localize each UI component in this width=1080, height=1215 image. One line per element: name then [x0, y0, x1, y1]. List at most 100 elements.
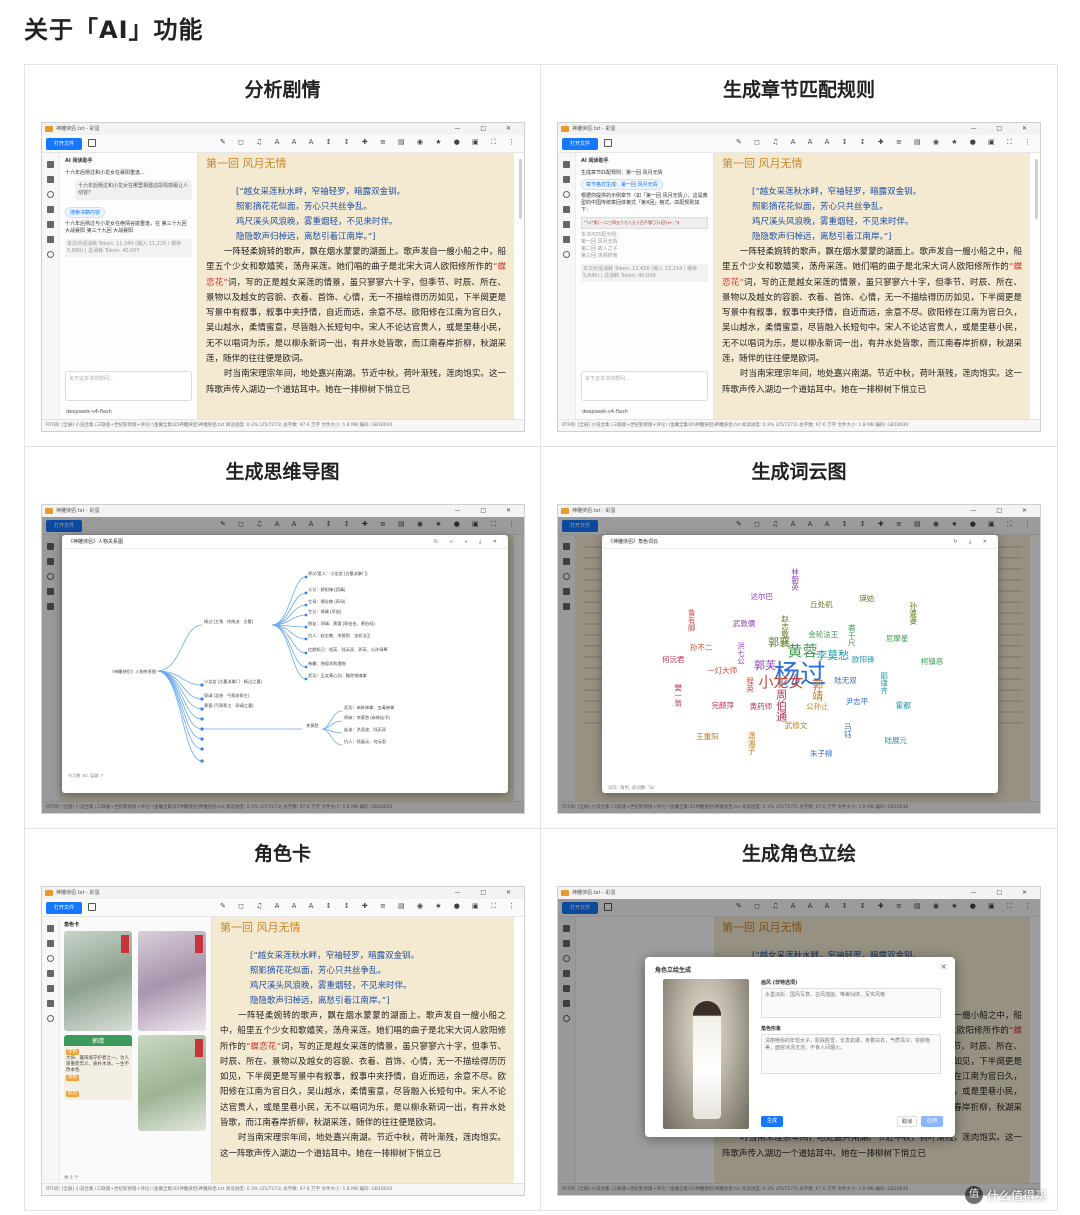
bookmark-icon[interactable] — [47, 206, 54, 213]
generate-button[interactable]: 生成 — [761, 1116, 783, 1127]
user-message: 十六年后杨过和小龙女在哪里相遇这段情感最让人动容？ — [75, 180, 192, 200]
edit-icon[interactable] — [88, 139, 96, 147]
toc-icon[interactable] — [47, 925, 54, 932]
bookmark-icon[interactable] — [47, 970, 54, 977]
app-icon — [561, 126, 569, 132]
mindmap-leaf[interactable]: 仇人：赵志敬、李莫愁、金轮法王 — [308, 632, 371, 639]
mindmap-leaf[interactable]: 师妹：李莫愁 (赤练仙子) — [344, 714, 390, 721]
apply-button[interactable]: 应用 — [921, 1116, 943, 1127]
list-icon[interactable] — [47, 940, 54, 947]
window-controls[interactable]: — □ ✕ — [970, 887, 1036, 899]
open-file-button[interactable]: 打开文件 — [562, 138, 598, 150]
chapter-title: 第一回 风月无情 — [722, 157, 803, 170]
appearance-input[interactable]: 清丽绝俗的年轻女子，肌肤胜雪，长发如瀑，身着白衣，气质清冷，容颜绝美，面容冰清玉… — [761, 1034, 941, 1074]
mindmap-leaf[interactable]: 神雕：独孤求败遗物 — [308, 660, 346, 667]
search-icon[interactable] — [47, 191, 54, 198]
ai-icon[interactable] — [47, 236, 54, 243]
chart-icon[interactable] — [47, 1015, 54, 1022]
mindmap-root[interactable]: 《神雕侠侣》人物关系图 — [110, 668, 156, 675]
list-icon[interactable] — [563, 176, 570, 183]
match-item: 第一回 风月无情 — [581, 239, 618, 245]
pen-icon[interactable] — [563, 221, 570, 228]
reader-tools[interactable]: ✎ ◻ ♫ A A A ↕ ↕ ✚ ≡ ▤ ◉ ★ ● ▣ ⛶ ⋮ — [736, 138, 1036, 147]
wordcloud-word: 周伯通 — [774, 689, 788, 723]
wordcloud-word: 樊一翁 — [673, 683, 683, 707]
modal-controls[interactable]: ↻ ⤓ ✕ — [953, 535, 992, 549]
character-card[interactable] — [64, 931, 132, 1031]
mindmap-branch[interactable]: 黄蓉 (丐帮帮主 · 郭靖之妻) — [204, 702, 254, 709]
mindmap-leaf[interactable]: 红颜知己：程英、陆无双、郭芙、公孙绿萼 — [308, 646, 388, 653]
scrollbar[interactable] — [1035, 159, 1038, 219]
mindmap-leaf[interactable]: 师父/爱人：小龙女 (古墓派掌门) — [308, 570, 368, 577]
reader-tools[interactable]: ✎ ◻ ♫ A A A ↕ ↕ ✚ ≡ ▤ ◉ ★ ● ▣ ⛶ ⋮ — [220, 902, 520, 911]
poem-line: [“越女采莲秋水畔，窄袖轻罗，暗露双金钏。 — [250, 951, 420, 961]
bookmark-icon[interactable] — [563, 206, 570, 213]
cancel-button[interactable]: 取消 — [897, 1116, 917, 1127]
mindmap-leaf[interactable]: 徒弟：洪凌波、陆无双 — [344, 726, 387, 733]
wordcloud-word: 欧阳锋 — [851, 654, 875, 664]
toc-icon[interactable] — [563, 161, 570, 168]
panel-title: AI 阅读助手 — [581, 158, 609, 164]
app-icon — [45, 508, 53, 514]
chart-icon[interactable] — [47, 251, 54, 258]
question-input[interactable]: 关于这本书你想问... — [65, 371, 192, 401]
mindmap-leaf[interactable]: 生父：杨康 (早逝) — [308, 608, 342, 615]
app-window: 神雕侠侣.txt - 彩蛋 — □ ✕ 打开文件 ✎ ◻ ♫ A A A ↕ ↕ … — [557, 122, 1041, 432]
character-card[interactable] — [138, 931, 206, 1031]
mindmap-leaf[interactable]: 武功：玉女素心剑、黯然销魂掌 — [308, 672, 367, 679]
modal-controls[interactable]: ↻ « » ⤓ ✕ — [434, 535, 502, 549]
search-icon[interactable] — [563, 191, 570, 198]
ai-icon[interactable] — [563, 236, 570, 243]
mindmap-leaf[interactable]: 武功：赤练神掌、五毒神掌 — [344, 704, 394, 711]
tool-chip[interactable]: 搜索书籍内容 — [65, 207, 106, 218]
edit-icon[interactable] — [604, 139, 612, 147]
app-window: 神雕侠侣.txt - 彩蛋 — □ ✕ 打开文件 ✎ ◻ ♫ A A A ↕ ↕ … — [557, 886, 1041, 1196]
mindmap-leaf[interactable]: 义父：欧阳锋 (西毒) — [308, 586, 346, 593]
mindmap-branch[interactable]: 小龙女 (古墓派掌门 · 杨过之妻) — [204, 678, 263, 685]
mindmap-branch[interactable]: 郭靖 (北侠 · 丐帮前帮主) — [204, 692, 250, 699]
poem-line: 鸡尺溪头风浪晚，雾重烟轻，不见来时伴。 — [236, 217, 398, 227]
window-controls[interactable]: — □ ✕ — [454, 887, 520, 899]
pen-icon[interactable] — [47, 221, 54, 228]
regex-rule[interactable]: ^\s*第[一二三四五六七八九十百千零〇]+回\s+.*$ — [581, 217, 708, 229]
reader-tools[interactable]: ✎ ◻ ♫ A A A ↕ ↕ ✚ ≡ ▤ ◉ ★ ● ▣ ⛶ ⋮ — [220, 138, 520, 147]
wordcloud-word: 陆无双 — [834, 675, 857, 685]
wordcloud-word: 黄蓉 — [787, 641, 818, 660]
chart-icon[interactable] — [563, 251, 570, 258]
list-icon[interactable] — [47, 176, 54, 183]
portrait-dialog: 角色立绘生成 × 画风 (非特选项) 水墨淡彩、国风写意、古风插画、唯美仙侠、写… — [645, 957, 955, 1137]
style-input[interactable]: 水墨淡彩、国风写意、古风插画、唯美仙侠、写实风格 — [761, 988, 941, 1018]
toolbar: 打开文件 ✎ ◻ ♫ A A A ↕ ↕ ✚ ≡ ▤ ◉ ★ ● ▣ ⛶ ⋮ — [42, 135, 524, 153]
window-controls[interactable]: — □ ✕ — [970, 123, 1036, 135]
edit-icon[interactable] — [88, 903, 96, 911]
mindmap-leaf[interactable]: 生母：穆念慈 (养母) — [308, 598, 346, 605]
wordcloud-word: 耶律齐 — [879, 671, 889, 695]
mindmap-status: 节点数: 63, 层级: 7 — [68, 772, 104, 779]
mindmap-leaf[interactable]: 朋友：郭靖、黄蓉 (郭伯伯、黄伯母) — [308, 620, 375, 627]
pen-icon[interactable] — [47, 985, 54, 992]
toc-icon[interactable] — [47, 161, 54, 168]
feature-cell-analyze-plot: 分析剧情 神雕侠侣.txt - 彩蛋 — □ ✕ 打开文件 ✎ ◻ ♫ A A A… — [25, 65, 541, 447]
wordcloud-canvas: 杨过 小龙女 黄蓉 郭靖 郭芙 李莫愁 周伯通 郭襄 陆无双 程英 金轮法王 公孙止 洪七公 欧阳锋 黄药师… — [602, 549, 998, 783]
poem-line: 照影摘花花似面，芳心只共丝争乱。 — [250, 966, 387, 976]
window-controls[interactable]: — □ ✕ — [454, 505, 520, 517]
scrollbar[interactable] — [519, 159, 522, 219]
conversation-title[interactable]: 生成章节匹配规则：第一回 风月无情 — [581, 169, 708, 176]
question-input[interactable]: 关于这本书你想问... — [581, 371, 708, 401]
close-icon[interactable]: × — [940, 962, 947, 971]
model-select[interactable]: deepseek-v4-flash — [582, 409, 628, 415]
model-select[interactable]: deepseek-v4-flash — [66, 409, 112, 415]
open-file-button[interactable]: 打开文件 — [46, 902, 82, 914]
mindmap-canvas[interactable]: 《神雕侠侣》人物关系图 杨过 (主角 · 终南派 · 古墓) 小龙女 (古墓派掌… — [62, 549, 508, 781]
mindmap-leaf[interactable]: 仇人：陆展元、何沅君 — [344, 738, 386, 745]
search-icon[interactable] — [47, 955, 54, 962]
ai-icon[interactable] — [47, 1000, 54, 1007]
character-card[interactable] — [138, 1035, 206, 1131]
window-controls[interactable]: — □ ✕ — [454, 123, 520, 135]
conversation-title[interactable]: 十六年后杨过和小龙女在襄阳重逢... — [65, 169, 192, 176]
open-file-button[interactable]: 打开文件 — [46, 138, 82, 150]
mindmap-branch[interactable]: 李莫愁 — [306, 722, 319, 729]
window-controls[interactable]: — □ ✕ — [970, 505, 1036, 517]
character-card-expanded[interactable]: 郭靖 性格 大侠、襄阳城守护者之一，为人厚重而忠义，质朴木讷，一生不改本色 关系… — [64, 1035, 132, 1100]
mindmap-branch[interactable]: 杨过 (主角 · 终南派 · 古墓) — [204, 618, 254, 625]
